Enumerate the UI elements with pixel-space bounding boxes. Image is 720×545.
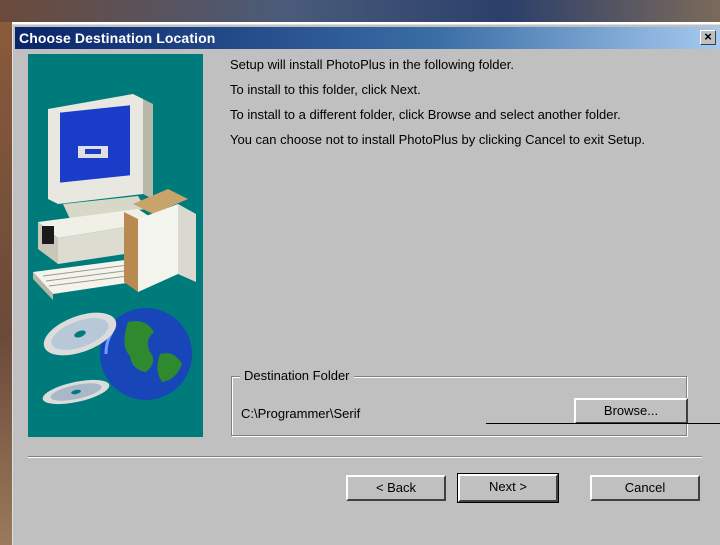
close-icon[interactable]: × (700, 30, 716, 45)
instruction-line-3: To install to a different folder, click … (230, 107, 621, 122)
window-title: Choose Destination Location (19, 30, 216, 46)
button-separator (28, 456, 702, 458)
instruction-line-1: Setup will install PhotoPlus in the foll… (230, 57, 514, 72)
instruction-line-4: You can choose not to install PhotoPlus … (230, 132, 646, 147)
title-bar[interactable]: Choose Destination Location × (15, 27, 720, 49)
desktop-backdrop-edge (0, 22, 12, 545)
instructions: Setup will install PhotoPlus in the foll… (230, 56, 700, 156)
callout-line (486, 423, 720, 424)
browse-button[interactable]: Browse... (574, 398, 688, 424)
destination-path: C:\Programmer\Serif (241, 406, 361, 421)
destination-folder-legend: Destination Folder (240, 368, 354, 383)
instruction-line-2: To install to this folder, click Next. (230, 82, 421, 97)
cancel-button[interactable]: Cancel (590, 475, 700, 501)
back-button[interactable]: < Back (346, 475, 446, 501)
setup-illustration (28, 54, 203, 437)
computer-and-globe-illustration (33, 94, 196, 405)
next-button[interactable]: Next > (457, 473, 559, 503)
desktop-backdrop (0, 0, 720, 22)
